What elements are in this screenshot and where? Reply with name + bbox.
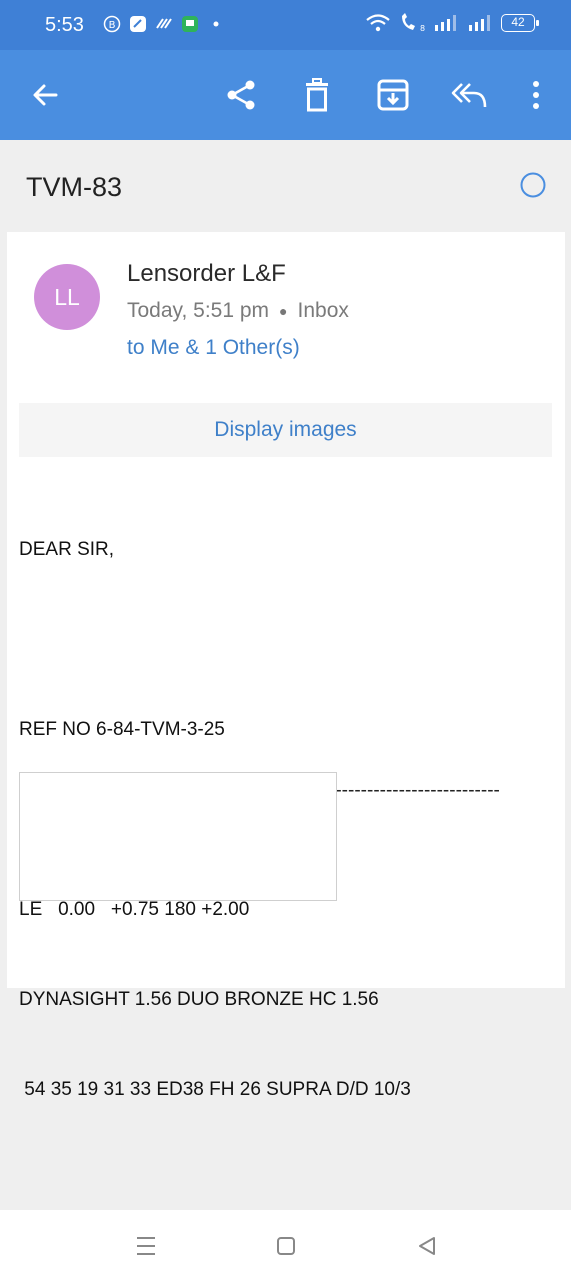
wifi-calling-icon: 8 (402, 13, 425, 33)
recipients-link[interactable]: to Me & 1 Other(s) (127, 336, 300, 360)
messages-icon (182, 16, 198, 32)
display-images-button[interactable]: Display images (19, 403, 552, 457)
body-line: DEAR SIR, (19, 539, 115, 560)
body-line: DYNASIGHT 1.56 DUO BRONZE HC 1.56 (19, 989, 379, 1010)
email-meta: Today, 5:51 pm ● Inbox (127, 299, 349, 323)
wifi-icon (366, 14, 390, 32)
home-button[interactable] (271, 1232, 301, 1260)
email-toolbar (0, 50, 571, 140)
delete-icon (306, 78, 328, 112)
scooter-app-icon (156, 18, 172, 29)
svg-text:8: 8 (420, 24, 425, 33)
back-triangle-icon (419, 1237, 435, 1255)
more-notifications-dot-icon (213, 21, 219, 27)
signal-strength-icon (435, 15, 456, 31)
recent-apps-button[interactable] (131, 1232, 161, 1260)
more-options-button[interactable] (516, 75, 556, 115)
archive-button[interactable] (373, 75, 413, 115)
share-icon (227, 80, 255, 110)
back-button[interactable] (25, 75, 65, 115)
email-subject: TVM-83 (26, 172, 123, 202)
subject-row: TVM-83 (0, 140, 571, 232)
home-square-icon (277, 1237, 295, 1255)
app-icon (130, 16, 146, 32)
more-vert-icon (533, 81, 539, 109)
reply-all-button[interactable] (449, 75, 489, 115)
email-date: Today, 5:51 pm (127, 299, 270, 322)
signal-strength-2-icon (469, 15, 490, 31)
system-icons: 8 42 (365, 13, 539, 33)
b-circle-icon: B (103, 15, 121, 33)
body-line (19, 625, 411, 655)
status-time: 5:53 (45, 14, 84, 36)
delete-button[interactable] (297, 75, 337, 115)
notification-icons: B (103, 15, 225, 33)
svg-text:B: B (109, 20, 116, 31)
reply-all-icon (451, 83, 487, 108)
separator-dot-icon: ● (279, 303, 288, 319)
menu-lines-icon (137, 1237, 155, 1255)
share-button[interactable] (221, 75, 261, 115)
email-folder: Inbox (297, 299, 349, 322)
status-bar: 5:53 B 8 42 (0, 0, 571, 50)
back-nav-button[interactable] (412, 1232, 442, 1260)
system-navigation-bar (0, 1210, 571, 1280)
body-line: 54 35 19 31 33 ED38 FH 26 SUPRA D/D 10/3 (19, 1079, 411, 1100)
sender-name: Lensorder L&F (127, 260, 286, 287)
unread-toggle-circle-icon[interactable] (520, 172, 546, 198)
back-arrow-icon (33, 84, 58, 106)
sender-avatar[interactable]: LL (34, 264, 100, 330)
archive-icon (377, 79, 409, 111)
blocked-image-placeholder (19, 772, 337, 901)
battery-indicator: 42 (501, 14, 539, 32)
email-card: LL Lensorder L&F Today, 5:51 pm ● Inbox … (7, 232, 565, 1100)
